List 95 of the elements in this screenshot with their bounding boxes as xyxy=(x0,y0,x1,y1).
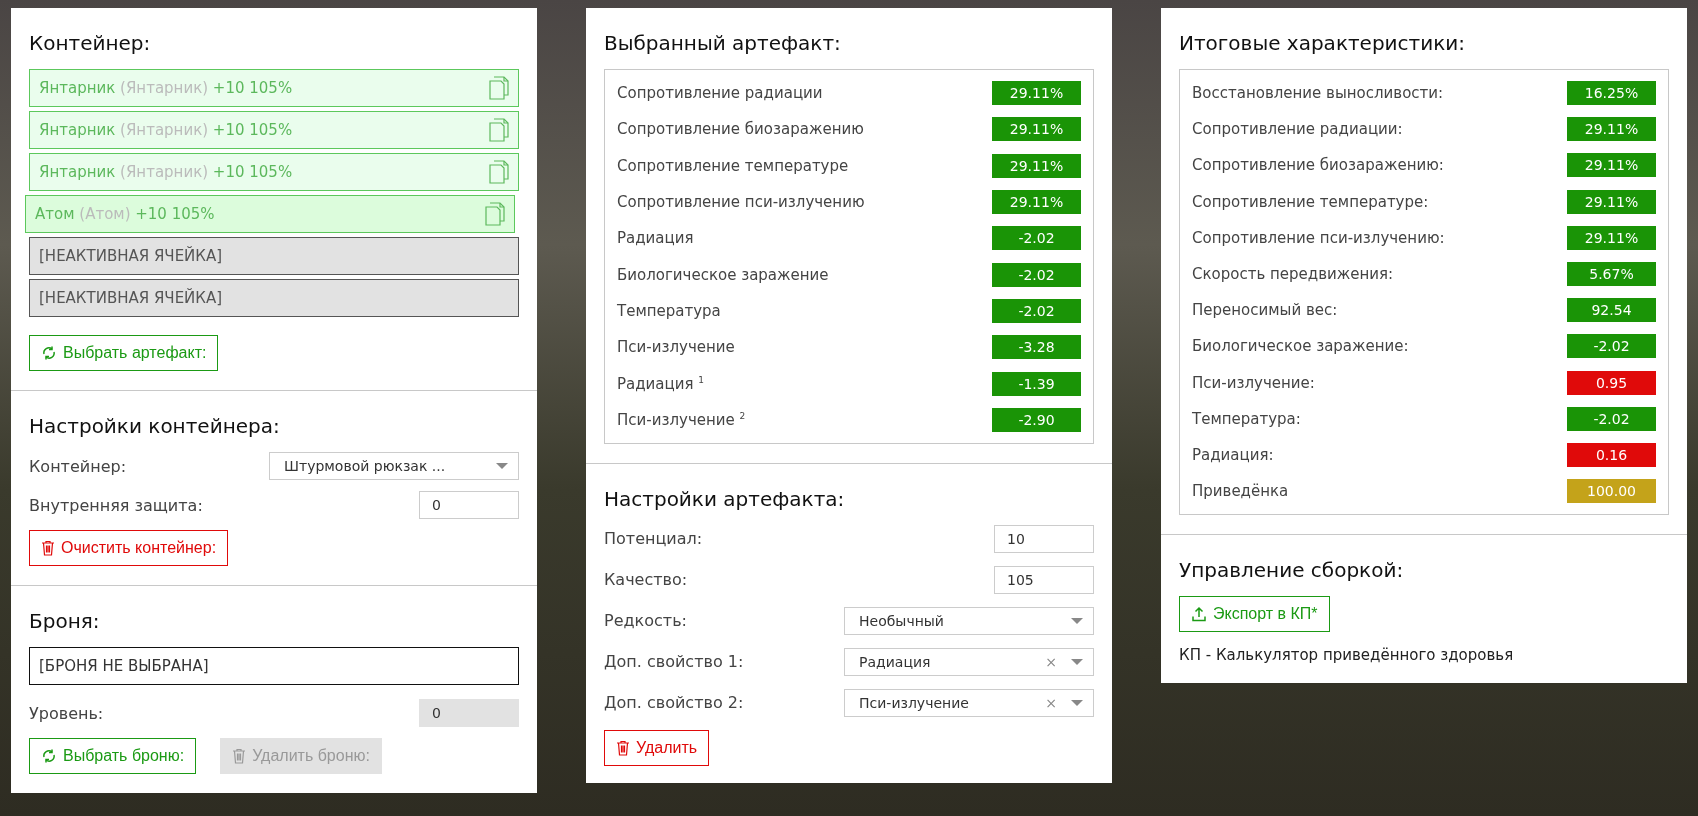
select-field[interactable]: Пси-излучение × xyxy=(844,688,1094,717)
stat-label: Сопротивление радиации xyxy=(617,84,823,103)
stat-value: -2.02 xyxy=(992,298,1081,323)
trash-icon xyxy=(41,540,55,556)
slot-label: Янтарник (Янтарник) +10 105% xyxy=(39,163,293,181)
export-button[interactable]: Экспорт в КП* xyxy=(1179,596,1330,633)
stat-value: 29.11% xyxy=(992,190,1081,215)
stat-label: Сопротивление биозаражению xyxy=(617,120,864,139)
stat-label: Переносимый вес: xyxy=(1192,301,1338,320)
slot-label: [НЕАКТИВНАЯ ЯЧЕЙКА] xyxy=(39,247,223,265)
stat-label: Радиация $^{1}$ xyxy=(617,374,705,393)
stat-label: Скорость передвижения: xyxy=(1192,265,1394,284)
field-label: Редкость: xyxy=(604,611,687,631)
field-label: Потенциал: xyxy=(604,529,703,549)
section-title: Итоговые характеристики: xyxy=(1179,31,1467,55)
stat-value: -2.02 xyxy=(1567,334,1656,359)
copy-icon xyxy=(485,202,505,226)
clear-icon[interactable]: × xyxy=(1045,694,1057,711)
section-title: Настройки артефакта: xyxy=(604,486,846,511)
footnote-text: КП - Калькулятор приведённого здоровья xyxy=(1179,646,1515,665)
select-field[interactable]: Радиация × xyxy=(844,647,1094,676)
stat-value: 29.11% xyxy=(1567,189,1656,214)
caret-icon xyxy=(1071,617,1083,624)
stat-label: Температура: xyxy=(1192,409,1301,428)
stat-label: Сопротивление радиации: xyxy=(1192,120,1403,139)
stat-value: -1.39 xyxy=(992,371,1081,396)
stat-value: 29.11% xyxy=(992,153,1081,178)
stat-value: 100.00 xyxy=(1567,479,1656,504)
stat-label: Восстановление выносливости: xyxy=(1192,84,1444,103)
slot-label: Атом (Атом) +10 105% xyxy=(35,205,215,223)
section-title: Управление сборкой: xyxy=(1179,558,1405,583)
stat-value: 92.54 xyxy=(1567,298,1656,323)
stat-value: 29.11% xyxy=(1567,153,1656,178)
stat-label: Сопротивление температуре xyxy=(617,156,849,175)
select-button[interactable]: Выбрать артефакт: xyxy=(29,335,219,371)
field-label: Доп. свойство 2: xyxy=(604,693,744,713)
stat-label: Приведёнка xyxy=(1192,482,1289,501)
stat-value: -2.90 xyxy=(992,407,1081,432)
stat-value: 29.11% xyxy=(1567,225,1656,250)
clear-icon[interactable]: × xyxy=(1045,653,1057,670)
copy-icon xyxy=(489,76,509,100)
section-title: Броня: xyxy=(29,609,101,633)
stat-value: 0.16 xyxy=(1567,442,1656,467)
copy-icon xyxy=(489,118,509,142)
stat-label: Пси-излучение $^{2}$ xyxy=(617,410,746,429)
stat-label: Сопротивление биозаражению: xyxy=(1192,156,1444,175)
stat-label: Радиация: xyxy=(1192,445,1274,464)
stat-value: -3.28 xyxy=(992,335,1081,360)
stat-label: Сопротивление пси-излучению: xyxy=(1192,228,1445,247)
stat-label: Биологическое заражение xyxy=(617,265,829,284)
trash-icon xyxy=(616,739,630,756)
select-field[interactable]: Необычный xyxy=(844,606,1094,635)
field-label: Контейнер: xyxy=(29,456,127,476)
section-title: Настройки контейнера: xyxy=(29,414,281,438)
slot-label: Янтарник (Янтарник) +10 105% xyxy=(39,79,293,97)
select-button[interactable]: Выбрать броню: xyxy=(29,738,197,774)
caret-icon xyxy=(496,463,508,469)
stat-value: 29.11% xyxy=(1567,117,1656,142)
stat-label: Пси-излучение: xyxy=(1192,373,1315,392)
armor-field[interactable]: [БРОНЯ НЕ ВЫБРАНА] xyxy=(29,647,519,685)
refresh-icon xyxy=(41,748,57,764)
stat-value: 29.11% xyxy=(992,81,1081,106)
stat-value: -2.02 xyxy=(1567,406,1656,431)
section-title: Выбранный артефакт: xyxy=(604,31,842,55)
input-field[interactable]: 105 xyxy=(994,565,1094,594)
stat-value: 0.95 xyxy=(1567,370,1656,395)
stat-label: Сопротивление пси-излучению xyxy=(617,193,865,212)
field-label: Уровень: xyxy=(29,703,104,723)
refresh-icon xyxy=(41,345,57,361)
stat-label: Сопротивление температуре: xyxy=(1192,192,1429,211)
stat-value: 5.67% xyxy=(1567,262,1656,287)
caret-icon xyxy=(1071,699,1083,706)
stat-value: 29.11% xyxy=(992,117,1081,142)
section-title: Контейнер: xyxy=(29,31,152,55)
input-field[interactable]: 0 xyxy=(419,491,519,519)
stat-value: -2.02 xyxy=(992,262,1081,287)
delete-button[interactable]: Удалить xyxy=(604,729,710,766)
stat-label: Биологическое заражение: xyxy=(1192,337,1409,356)
field-label: Качество: xyxy=(604,570,688,590)
slot-label: Янтарник (Янтарник) +10 105% xyxy=(39,121,293,139)
select-field[interactable]: Штурмовой рюкзак ... xyxy=(269,452,519,480)
stat-value: 16.25% xyxy=(1567,81,1656,106)
delete-button[interactable]: Очистить контейнер: xyxy=(29,530,229,566)
stat-label: Пси-излучение xyxy=(617,338,735,357)
trash-icon xyxy=(232,748,247,764)
input-field[interactable]: 10 xyxy=(994,524,1094,553)
copy-icon xyxy=(489,160,509,184)
field-label: Доп. свойство 1: xyxy=(604,652,744,672)
slot-label: [НЕАКТИВНАЯ ЯЧЕЙКА] xyxy=(39,289,223,307)
caret-icon xyxy=(1071,658,1083,665)
stat-label: Радиация xyxy=(617,229,694,248)
stat-value: -2.02 xyxy=(992,226,1081,251)
field-label: Внутренняя защита: xyxy=(29,495,203,515)
stat-label: Температура xyxy=(617,301,721,320)
upload-icon xyxy=(1191,606,1207,623)
